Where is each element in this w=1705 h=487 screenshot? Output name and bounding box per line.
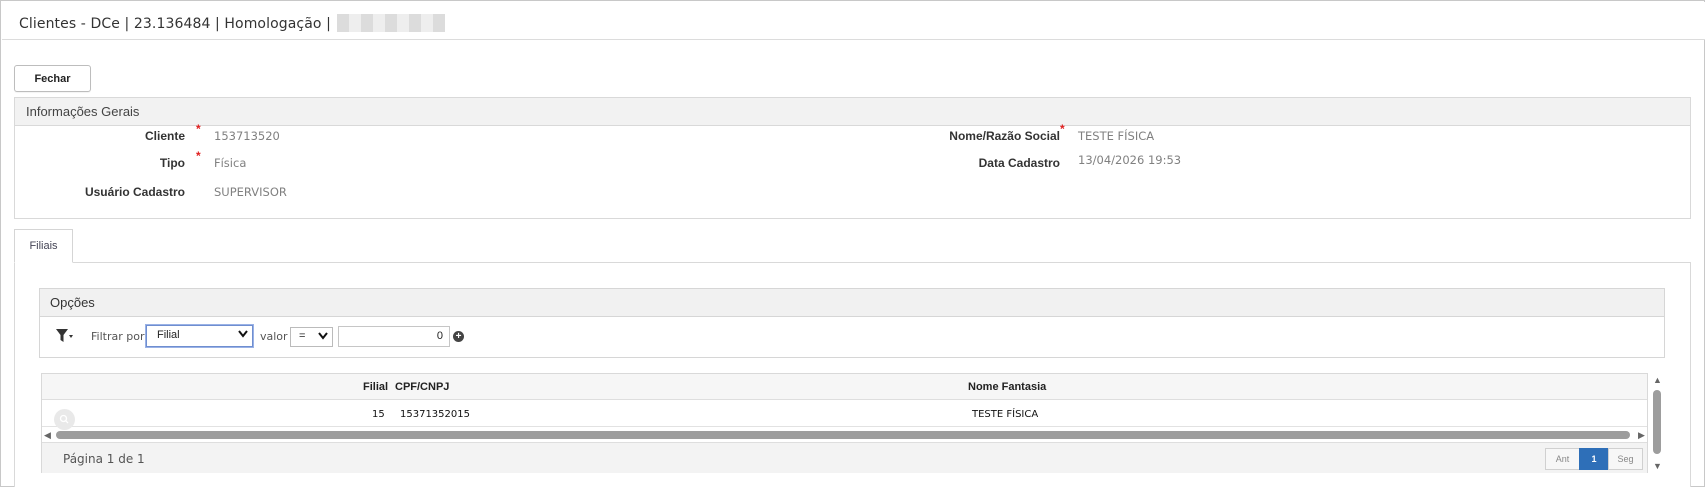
window-title: Clientes - DCe | 23.136484 | Homologação…	[19, 13, 445, 32]
add-filter-icon[interactable]: +	[453, 331, 464, 342]
general-info-panel: Informações Gerais Cliente * 153713520 T…	[14, 97, 1691, 219]
filter-value-input[interactable]: 0	[338, 326, 450, 347]
cell-filial: 15	[372, 409, 385, 420]
client-value: 153713520	[214, 129, 280, 143]
general-info-header: Informações Gerais	[15, 98, 1690, 126]
scroll-right-icon[interactable]: ▶	[1638, 430, 1645, 441]
column-header-nome-fantasia[interactable]: Nome Fantasia	[968, 381, 1046, 393]
close-button[interactable]: Fechar	[14, 65, 91, 92]
scroll-left-icon[interactable]: ◀	[44, 430, 51, 441]
pagination-bar: Página 1 de 1 Ant 1 Seg	[42, 442, 1647, 473]
name-value: TESTE FÍSICA	[1078, 129, 1155, 143]
name-required-mark: *	[1060, 122, 1065, 136]
cell-nome-fantasia: TESTE FÍSICA	[972, 409, 1039, 420]
filter-icon[interactable]	[56, 329, 74, 348]
app-window: Clientes - DCe | 23.136484 | Homologação…	[0, 0, 1705, 487]
cell-cpf-cnpj: 15371352015	[400, 409, 470, 420]
options-header: Opções	[40, 289, 1664, 317]
column-header-cpf-cnpj[interactable]: CPF/CNPJ	[395, 381, 449, 393]
window-title-text: Clientes - DCe | 23.136484 | Homologação…	[19, 16, 331, 32]
type-required-mark: *	[196, 149, 201, 163]
table-row[interactable]: 15 15371352015 TESTE FÍSICA	[42, 401, 1647, 430]
chevron-down-icon	[318, 331, 328, 343]
scroll-up-icon[interactable]: ▲	[1653, 375, 1662, 385]
date-value: 13/04/2026 19:53	[1078, 153, 1182, 167]
grid-header: Filial CPF/CNPJ Nome Fantasia	[42, 374, 1647, 400]
type-value: Física	[214, 156, 247, 170]
scroll-down-icon[interactable]: ▼	[1653, 461, 1662, 471]
search-icon[interactable]	[54, 409, 75, 430]
horizontal-scrollbar[interactable]: ◀ ▶	[42, 429, 1647, 441]
title-bar: Clientes - DCe | 23.136484 | Homologação…	[2, 2, 1705, 40]
user-label: Usuário Cadastro	[84, 185, 185, 199]
previous-page-button[interactable]: Ant	[1545, 448, 1580, 470]
branches-grid: Filial CPF/CNPJ Nome Fantasia 15 1537135…	[41, 373, 1648, 473]
operator-select[interactable]: =	[290, 327, 333, 347]
filter-by-label: Filtrar por	[91, 330, 145, 343]
chevron-down-icon	[238, 329, 248, 341]
operator-value: =	[299, 330, 306, 342]
client-label: Cliente	[144, 129, 185, 143]
value-label: valor	[260, 330, 288, 343]
column-header-filial[interactable]: Filial	[363, 381, 388, 393]
redacted-text-block	[336, 13, 445, 32]
filter-field-select[interactable]: Filial	[145, 324, 254, 348]
date-label: Data Cadastro	[978, 156, 1060, 170]
user-value: SUPERVISOR	[214, 185, 287, 199]
horizontal-scroll-thumb[interactable]	[56, 431, 1630, 439]
client-required-mark: *	[196, 122, 201, 136]
type-label: Tipo	[159, 156, 185, 170]
vertical-scrollbar[interactable]: ▲ ▼	[1651, 373, 1663, 473]
tab-filiais[interactable]: Filiais	[14, 229, 73, 263]
filter-field-value: Filial	[157, 329, 180, 341]
page-button-1[interactable]: 1	[1579, 448, 1609, 470]
pagination-info: Página 1 de 1	[63, 452, 145, 466]
options-panel: Opções Filtrar por Filial valor = 0 +	[39, 288, 1665, 358]
vertical-scroll-thumb[interactable]	[1653, 390, 1661, 454]
next-page-button[interactable]: Seg	[1608, 448, 1643, 470]
name-label: Nome/Razão Social	[949, 129, 1060, 143]
